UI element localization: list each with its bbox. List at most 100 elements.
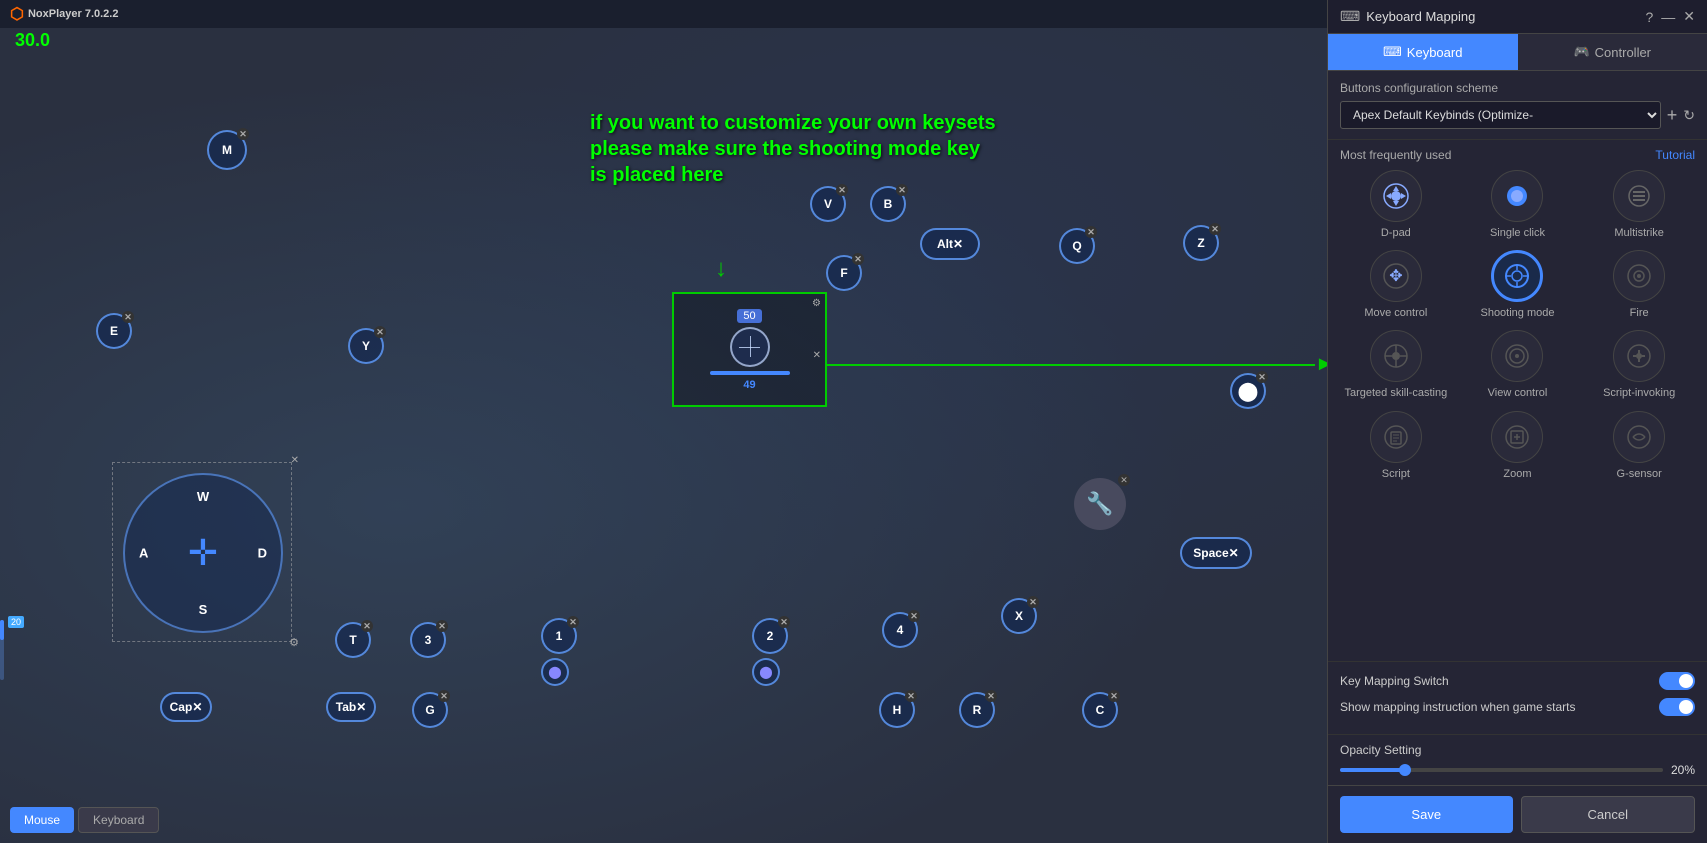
key-f-close[interactable]: ✕	[852, 253, 864, 265]
shooting-close-btn[interactable]: ✕	[813, 350, 821, 361]
mouse-mode-btn[interactable]: Mouse	[10, 807, 74, 833]
crosshair-icon	[730, 327, 770, 367]
control-script-invoking[interactable]: Script-invoking	[1583, 330, 1695, 400]
dpad-control-label: D-pad	[1381, 227, 1411, 240]
key-cap[interactable]: Cap✕	[160, 692, 212, 722]
key-v[interactable]: V✕	[810, 186, 846, 222]
key-mapping-switch-label: Key Mapping Switch	[1340, 674, 1659, 688]
key-c[interactable]: C✕	[1082, 692, 1118, 728]
key-c-close[interactable]: ✕	[1108, 690, 1120, 702]
control-view[interactable]: View control	[1462, 330, 1574, 400]
cancel-button[interactable]: Cancel	[1521, 796, 1696, 833]
key-e[interactable]: E✕	[96, 313, 132, 349]
key-1-close[interactable]: ✕	[567, 616, 579, 628]
key-h[interactable]: H✕	[879, 692, 915, 728]
keyboard-mode-btn[interactable]: Keyboard	[78, 807, 159, 833]
help-btn[interactable]: ?	[1645, 9, 1653, 25]
control-targeted[interactable]: Targeted skill-casting	[1340, 330, 1452, 400]
shooting-settings-icon[interactable]: ⚙	[812, 298, 821, 309]
key-tab-close[interactable]: ✕	[356, 700, 366, 714]
key-space[interactable]: Space✕	[1180, 537, 1252, 569]
key-alt-close[interactable]: ✕	[953, 237, 963, 251]
tab-controller[interactable]: 🎮 Controller	[1518, 34, 1707, 70]
key-z[interactable]: Z✕	[1183, 225, 1219, 261]
key-a: A	[139, 546, 148, 561]
opacity-label: Opacity Setting	[1340, 743, 1695, 757]
opacity-slider-handle[interactable]	[1399, 764, 1411, 776]
key-b[interactable]: B✕	[870, 186, 906, 222]
config-select[interactable]: Apex Default Keybinds (Optimize-	[1340, 101, 1661, 129]
shooting-mode-box[interactable]: ✕ 50 ⚙ 49	[672, 292, 827, 407]
save-button[interactable]: Save	[1340, 796, 1513, 833]
key-h-close[interactable]: ✕	[905, 690, 917, 702]
key-m[interactable]: M✕	[207, 130, 247, 170]
key-circle1[interactable]: ⬤ ✕	[1230, 373, 1266, 409]
tool-close[interactable]: ✕	[1118, 474, 1130, 486]
key-4[interactable]: 4✕	[882, 612, 918, 648]
key-q-close[interactable]: ✕	[1085, 226, 1097, 238]
control-shooting[interactable]: Shooting mode	[1462, 250, 1574, 320]
wasd-settings-btn[interactable]: ⚙	[289, 636, 299, 649]
key-2-close[interactable]: ✕	[778, 616, 790, 628]
key-space-close[interactable]: ✕	[1229, 546, 1239, 560]
settings-section: Key Mapping Switch Show mapping instruct…	[1328, 661, 1707, 734]
wasd-close-btn[interactable]: ✕	[291, 455, 299, 466]
key-z-close[interactable]: ✕	[1209, 223, 1221, 235]
control-move[interactable]: ✥ Move control	[1340, 250, 1452, 320]
game-area: ⬡ NoxPlayer 7.0.2.2 30.0 if you want to …	[0, 0, 1327, 843]
key-mapping-toggle[interactable]	[1659, 672, 1695, 690]
key-y-close[interactable]: ✕	[374, 326, 386, 338]
key-g-close[interactable]: ✕	[438, 690, 450, 702]
key-3[interactable]: 3✕	[410, 622, 446, 658]
key-m-close[interactable]: ✕	[237, 128, 249, 140]
key-g[interactable]: G✕	[412, 692, 448, 728]
key-e-close[interactable]: ✕	[122, 311, 134, 323]
control-zoom[interactable]: Zoom	[1462, 411, 1574, 481]
view-control-label: View control	[1488, 387, 1548, 400]
sensitivity-bar	[710, 371, 790, 375]
shooting-mode-label: Shooting mode	[1480, 307, 1554, 320]
control-grid: D-pad Single click	[1340, 170, 1695, 481]
wasd-control-area[interactable]: ✕ ⚙ ✛ W A S D	[112, 462, 292, 642]
single-click-label: Single click	[1490, 227, 1545, 240]
control-fire[interactable]: Fire	[1583, 250, 1695, 320]
close-btn[interactable]: ✕	[1683, 8, 1695, 25]
right-panel: ⌨ Keyboard Mapping ? — ✕ ⌨ Keyboard 🎮 Co…	[1327, 0, 1707, 843]
config-refresh-btn[interactable]: ↻	[1683, 107, 1695, 124]
control-script[interactable]: Script	[1340, 411, 1452, 481]
tab-keyboard[interactable]: ⌨ Keyboard	[1328, 34, 1518, 70]
key-t[interactable]: T✕	[335, 622, 371, 658]
minimize-btn[interactable]: —	[1661, 9, 1675, 25]
key-2[interactable]: 2✕	[752, 618, 788, 654]
key-f[interactable]: F✕	[826, 255, 862, 291]
key-cap-close[interactable]: ✕	[192, 700, 202, 714]
key-4-close[interactable]: ✕	[908, 610, 920, 622]
key-x-close[interactable]: ✕	[1027, 596, 1039, 608]
opacity-slider[interactable]	[1340, 768, 1663, 772]
panel-title-text: Keyboard Mapping	[1366, 9, 1475, 24]
single-click-icon	[1491, 170, 1543, 222]
tool-icon[interactable]: 🔧 ✕	[1074, 478, 1126, 530]
sensitivity-value-2: 49	[743, 379, 755, 391]
key-1[interactable]: 1✕	[541, 618, 577, 654]
control-single-click[interactable]: Single click	[1462, 170, 1574, 240]
show-mapping-toggle[interactable]	[1659, 698, 1695, 716]
tutorial-link[interactable]: Tutorial	[1655, 148, 1695, 162]
control-multistrike[interactable]: Multistrike	[1583, 170, 1695, 240]
key-t-close[interactable]: ✕	[361, 620, 373, 632]
key-q[interactable]: Q✕	[1059, 228, 1095, 264]
key-r[interactable]: R✕	[959, 692, 995, 728]
key-alt[interactable]: Alt✕	[920, 228, 980, 260]
key-tab[interactable]: Tab✕	[326, 692, 376, 722]
key-y[interactable]: Y✕	[348, 328, 384, 364]
annotation-text: if you want to customize your own keyset…	[590, 110, 996, 188]
key-r-close[interactable]: ✕	[985, 690, 997, 702]
multistrike-label: Multistrike	[1614, 227, 1664, 240]
gsensor-label: G-sensor	[1617, 468, 1662, 481]
gsensor-icon	[1613, 411, 1665, 463]
control-gsensor[interactable]: G-sensor	[1583, 411, 1695, 481]
control-dpad[interactable]: D-pad	[1340, 170, 1452, 240]
key-3-close[interactable]: ✕	[436, 620, 448, 632]
config-add-btn[interactable]: +	[1667, 105, 1678, 126]
key-x[interactable]: X✕	[1001, 598, 1037, 634]
